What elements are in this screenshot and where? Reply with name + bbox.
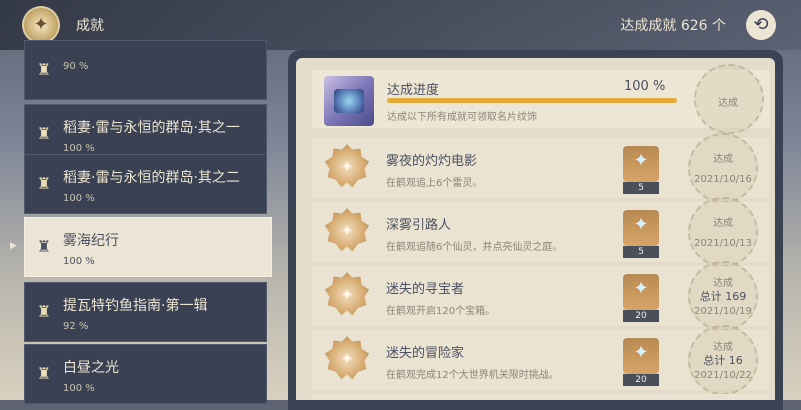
achievement-row[interactable] — [312, 394, 770, 400]
progress-title: 达成进度 — [387, 83, 440, 98]
sidebar-item-label: 雾海纪行 — [63, 233, 119, 249]
status-total: 总计 16 — [703, 354, 743, 367]
sidebar-item-label: 稻妻·雷与永恒的群岛·其之一 — [63, 120, 240, 136]
trophy-icon: ♜ — [36, 302, 52, 321]
reward-count: 20 — [623, 310, 659, 322]
achievement-name: 深雾引路人 — [386, 218, 452, 233]
achievement-name: 迷失的冒险家 — [386, 346, 465, 361]
progress-status: 达成 — [718, 98, 738, 109]
achievement-row[interactable]: ✦ 迷失的寻宝者 在鹤观开启120个宝箱。 ✦ 20 达成 总计 169 202… — [312, 261, 770, 331]
sidebar-item-percent: 100 % — [63, 193, 95, 204]
back-button[interactable]: ⟲ — [746, 10, 776, 40]
achievement-emblem-icon — [22, 6, 60, 44]
star-icon: ✦ — [340, 285, 354, 304]
sidebar-item[interactable]: ♜ 稻妻·雷与永恒的群岛·其之二 100 % — [24, 154, 267, 214]
selection-arrow-icon: ▶ — [10, 241, 17, 251]
completion-date: 2021/10/16 — [694, 174, 752, 185]
sidebar-item-selected[interactable]: ♜ 雾海纪行 100 % — [24, 217, 272, 277]
achievement-name: 迷失的寻宝者 — [386, 282, 465, 297]
reward-count: 5 — [623, 182, 659, 194]
sidebar-item[interactable]: ♜ 90 % — [24, 40, 267, 100]
achievement-desc: 在鹤观追随6个仙灵，并点亮仙灵之庭。 — [386, 242, 563, 253]
sidebar-item-label: 提瓦特钓鱼指南·第一辑 — [63, 298, 208, 314]
primogem-icon: ✦ — [633, 342, 649, 363]
achievement-desc: 在鹤观完成12个大世界机关限时挑战。 — [386, 370, 559, 381]
star-icon: ✦ — [340, 221, 354, 240]
completion-date: 2021/10/13 — [694, 238, 752, 249]
trophy-icon: ♜ — [36, 174, 52, 193]
achievement-row[interactable]: ✦ 迷失的冒险家 在鹤观完成12个大世界机关限时挑战。 ✦ 20 达成 总计 1… — [312, 325, 770, 395]
status-area: 达成 总计 169 2021/10/19 — [680, 261, 766, 331]
achievement-desc: 在鹤观追上6个雷灵。 — [386, 178, 483, 189]
trophy-icon: ♜ — [36, 124, 52, 143]
reward-count: 20 — [623, 374, 659, 386]
primogem-reward: ✦ — [623, 146, 659, 182]
sidebar-item-percent: 100 % — [63, 383, 95, 394]
sidebar-item-label: 白昼之光 — [63, 360, 119, 376]
status-label: 达成 — [713, 154, 733, 165]
completion-date: 2021/10/22 — [694, 370, 752, 381]
reward-count: 5 — [623, 246, 659, 258]
trophy-icon: ♜ — [36, 364, 52, 383]
progress-percent: 100 % — [624, 79, 666, 94]
achievement-total: 达成成就 626 个 — [620, 18, 726, 34]
status-area: 达成 总计 16 2021/10/22 — [680, 325, 766, 395]
progress-description: 达成以下所有成就可领取名片纹饰 — [387, 112, 537, 123]
sidebar-item-percent: 100 % — [63, 256, 95, 267]
achievement-desc: 在鹤观开启120个宝箱。 — [386, 306, 496, 317]
progress-bar — [387, 98, 677, 103]
primogem-icon: ✦ — [633, 214, 649, 235]
progress-bar-fill — [387, 98, 677, 103]
sidebar-item-percent: 92 % — [63, 321, 89, 332]
achievement-name: 雾夜的灼灼电影 — [386, 154, 478, 169]
star-icon: ✦ — [340, 349, 354, 368]
status-label: 达成 — [713, 342, 733, 353]
primogem-reward: ✦ — [623, 338, 659, 374]
progress-card: 达成进度 100 % 达成以下所有成就可领取名片纹饰 达成 — [312, 64, 770, 134]
status-label: 达成 — [713, 278, 733, 289]
primogem-reward: ✦ — [623, 210, 659, 246]
trophy-icon: ♜ — [36, 237, 52, 256]
sidebar-item[interactable]: ♜ 提瓦特钓鱼指南·第一辑 92 % — [24, 282, 267, 342]
sidebar-item-percent: 90 % — [63, 61, 89, 72]
sidebar-item-percent: 100 % — [63, 143, 95, 154]
trophy-icon: ♜ — [36, 60, 52, 79]
sidebar-item-label: 稻妻·雷与永恒的群岛·其之二 — [63, 170, 240, 186]
status-total: 总计 169 — [699, 290, 747, 303]
namecard-image — [324, 76, 374, 126]
achievement-row[interactable]: ✦ 深雾引路人 在鹤观追随6个仙灵，并点亮仙灵之庭。 ✦ 5 达成 2021/1… — [312, 197, 770, 267]
primogem-reward: ✦ — [623, 274, 659, 310]
status-area: 达成 2021/10/13 — [680, 197, 766, 267]
sidebar-item[interactable]: ♜ 白昼之光 100 % — [24, 344, 267, 404]
completion-date: 2021/10/19 — [694, 306, 752, 317]
completed-seal-icon — [688, 197, 758, 267]
primogem-icon: ✦ — [633, 150, 649, 171]
status-area: 达成 2021/10/16 — [680, 133, 766, 203]
achievement-panel: 达成进度 100 % 达成以下所有成就可领取名片纹饰 达成 ✦ 雾夜的灼灼电影 … — [296, 58, 775, 400]
completed-seal-icon — [688, 133, 758, 203]
category-sidebar: ♜ 90 % ♜ 稻妻·雷与永恒的群岛·其之一 100 % ♜ 稻妻·雷与永恒的… — [24, 40, 272, 404]
page-title: 成就 — [76, 18, 104, 34]
status-label: 达成 — [713, 218, 733, 229]
star-icon: ✦ — [340, 157, 354, 176]
primogem-icon: ✦ — [633, 278, 649, 299]
achievement-row[interactable]: ✦ 雾夜的灼灼电影 在鹤观追上6个雷灵。 ✦ 5 达成 2021/10/16 — [312, 133, 770, 203]
